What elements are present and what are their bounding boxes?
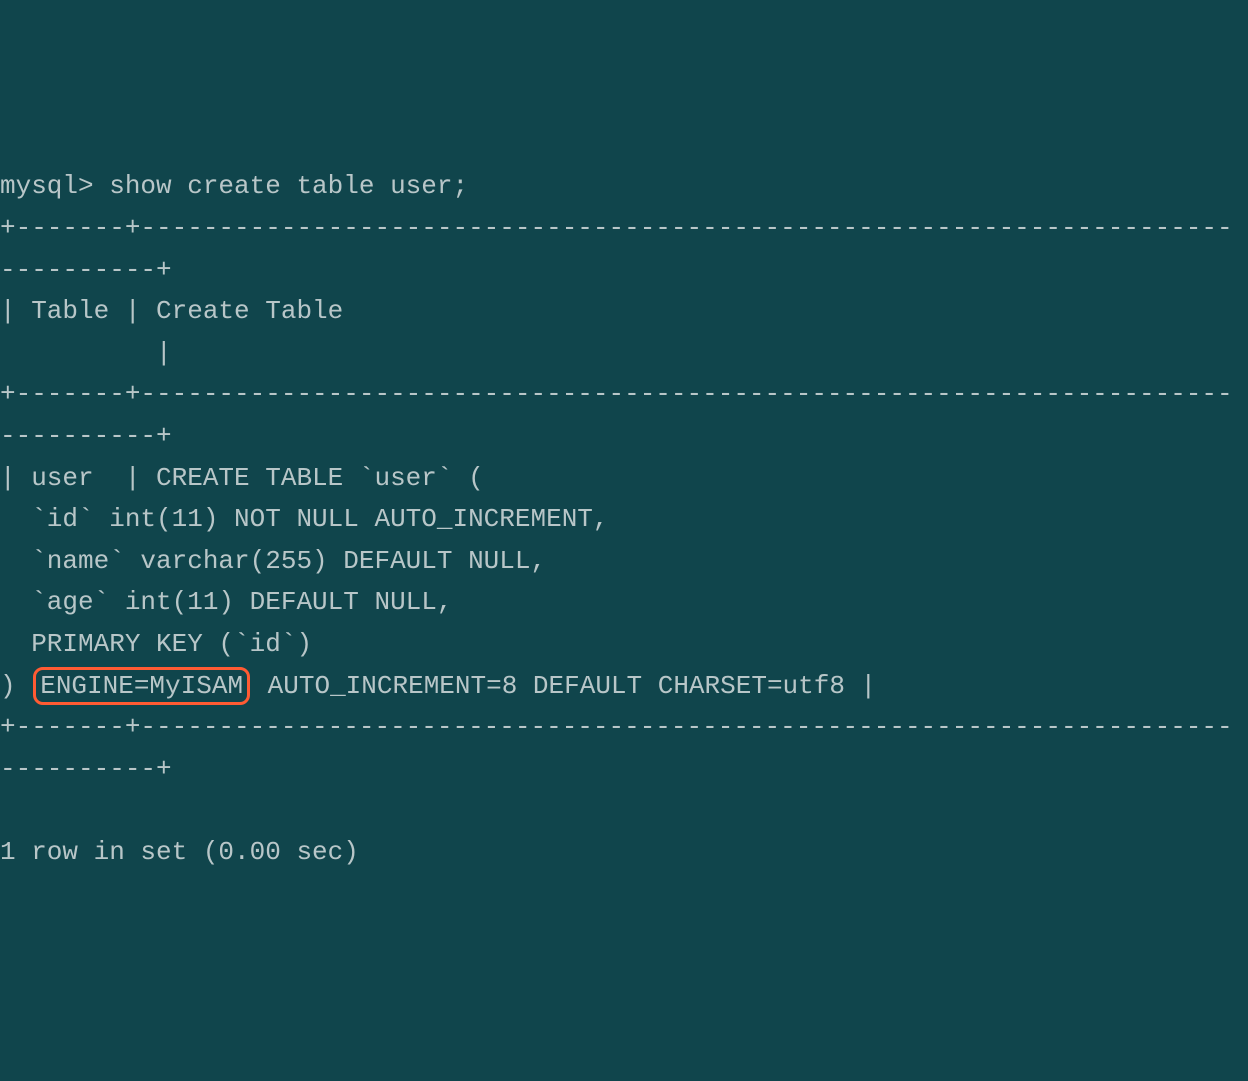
table-header-row: | Table | Create Table — [0, 296, 343, 326]
table-border: +-------+-------------------------------… — [0, 379, 1233, 409]
table-data-row: `age` int(11) DEFAULT NULL, — [0, 587, 452, 617]
table-border: +-------+-------------------------------… — [0, 712, 1233, 742]
table-border-cont: ----------+ — [0, 754, 172, 784]
table-data-row-prefix: ) — [0, 671, 31, 701]
table-data-row: PRIMARY KEY (`id`) — [0, 629, 312, 659]
table-data-row-suffix: AUTO_INCREMENT=8 DEFAULT CHARSET=utf8 | — [252, 671, 876, 701]
engine-highlight: ENGINE=MyISAM — [33, 667, 250, 706]
terminal-output: mysql> show create table user; +-------+… — [0, 166, 1248, 873]
table-data-row: `id` int(11) NOT NULL AUTO_INCREMENT, — [0, 504, 609, 534]
result-summary: 1 row in set (0.00 sec) — [0, 837, 359, 867]
table-border: +-------+-------------------------------… — [0, 213, 1233, 243]
prompt-line: mysql> show create table user; — [0, 171, 468, 201]
table-data-row: | user | CREATE TABLE `user` ( — [0, 463, 484, 493]
table-border-cont: ----------+ — [0, 255, 172, 285]
table-data-row: `name` varchar(255) DEFAULT NULL, — [0, 546, 546, 576]
table-header-row-cont: | — [0, 338, 172, 368]
table-border-cont: ----------+ — [0, 421, 172, 451]
